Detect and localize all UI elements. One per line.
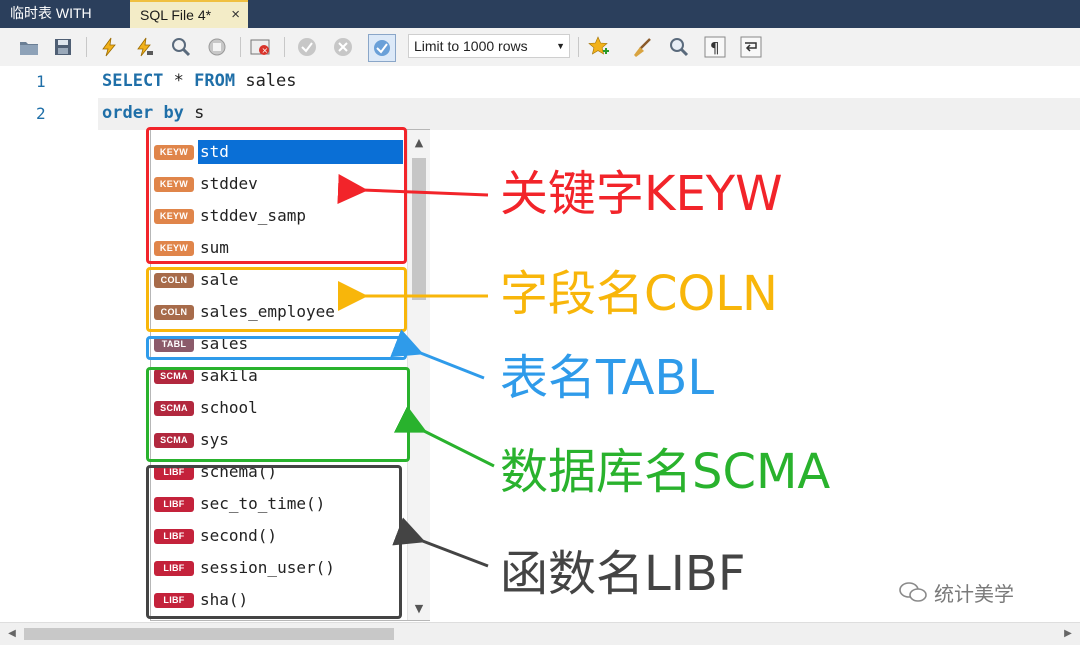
arrow-schema: [393, 405, 495, 468]
arrow-table: [390, 329, 485, 380]
chevron-right-icon[interactable]: ▶: [1058, 623, 1078, 645]
callout-text: 数据库名SCMA: [500, 444, 831, 500]
function-callout: 函数名LIBF: [500, 546, 745, 602]
chevron-left-icon[interactable]: ◀: [2, 623, 22, 645]
table-callout: 表名TABL: [500, 350, 714, 406]
wechat-icon: [898, 580, 928, 611]
callout-text: 关键字KEYW: [500, 166, 783, 222]
callout-text: 表名TABL: [500, 350, 715, 406]
callout-text: 字段名COLN: [500, 266, 778, 322]
keyword-callout: 关键字KEYW: [500, 166, 783, 222]
arrow-keyword: [337, 174, 489, 205]
callout-text: 函数名LIBF: [500, 546, 746, 602]
watermark: 统计美学: [898, 580, 1014, 611]
scrollbar-thumb[interactable]: [24, 628, 394, 640]
schema-callout: 数据库名SCMA: [500, 444, 830, 500]
watermark-text: 统计美学: [934, 582, 1014, 606]
editor-horizontal-scrollbar[interactable]: ◀ ▶: [0, 622, 1080, 645]
column-callout: 字段名COLN: [500, 266, 778, 322]
arrow-function: [392, 517, 489, 568]
